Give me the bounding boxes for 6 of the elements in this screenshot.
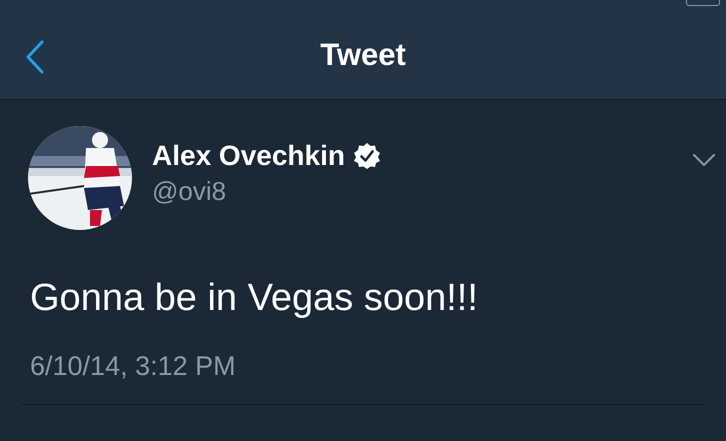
tweet-text: Gonna be in Vegas soon!!!: [30, 276, 479, 320]
chevron-down-icon[interactable]: [692, 152, 716, 168]
screen-title: Tweet: [320, 36, 406, 74]
author-name: Alex Ovechkin: [152, 139, 345, 173]
tweet-timestamp: 6/10/14, 3:12 PM: [30, 350, 237, 382]
author-handle: @ovi8: [152, 175, 228, 207]
